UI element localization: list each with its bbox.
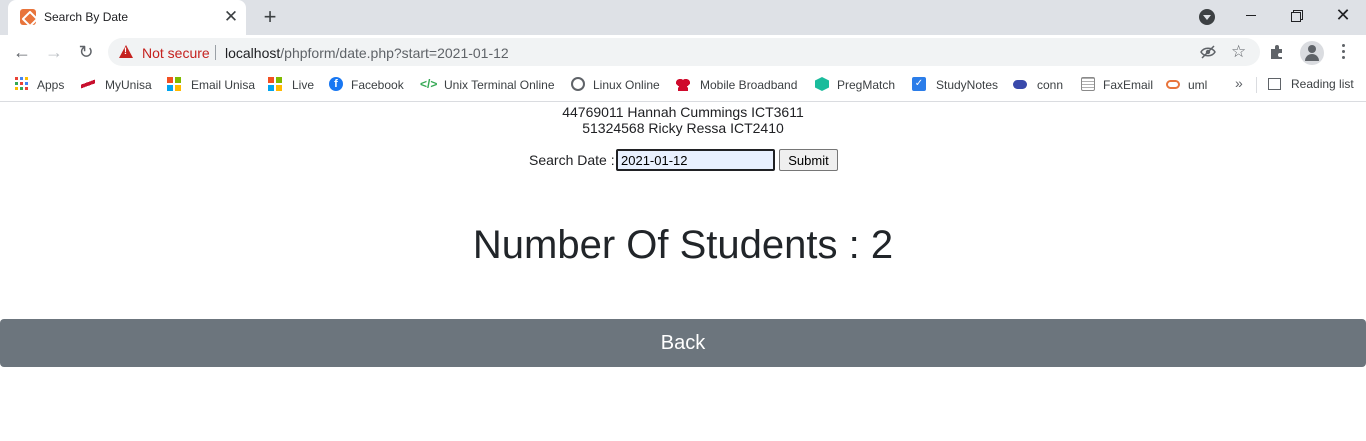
bookmark-mobile-broadband[interactable]: Mobile Broadband [676,76,801,94]
bookmark-label: FaxEmail [1103,78,1154,92]
apps-grid-icon [15,77,29,91]
globe-icon [571,77,585,91]
bookmark-label: Facebook [351,78,404,92]
search-date-input[interactable] [616,149,775,171]
bookmark-unix-terminal-online[interactable]: </> Unix Terminal Online [420,76,556,94]
myunisa-icon [81,77,95,91]
bookmark-star-icon[interactable]: ☆ [1231,42,1246,62]
microsoft-icon [167,77,181,91]
facebook-icon: f [329,77,343,91]
bookmark-apps[interactable]: Apps [15,76,67,94]
reading-list-icon [1268,78,1281,90]
warning-icon[interactable] [119,45,133,58]
cloud-icon [1013,80,1027,89]
bookmark-live[interactable]: Live [268,76,316,94]
back-bar: Back [0,319,1366,367]
bookmark-label: Linux Online [593,78,660,92]
address-bar[interactable]: Not secure localhost/phpform/date.php?st… [108,38,1260,66]
bookmark-pregmatch[interactable]: PregMatch [815,76,899,94]
reload-button[interactable]: ↻ [74,40,98,64]
pregmatch-icon [815,77,829,91]
new-tab-button[interactable]: + [259,6,281,28]
kebab-menu-icon[interactable] [1336,42,1352,62]
bookmark-studynotes[interactable]: ✓ StudyNotes [912,76,1000,94]
bookmarks-divider [1256,77,1257,93]
bookmark-label: StudyNotes [936,78,999,92]
xampp-favicon-icon [20,9,36,25]
bookmark-label: PregMatch [837,78,896,92]
bookmark-label: uml [1188,78,1208,92]
microsoft-icon [268,77,282,91]
bookmark-label: MyUnisa [105,78,152,92]
student-record: 51324568 Ricky Ressa ICT2410 [582,120,784,136]
back-button-link[interactable]: Back [0,319,1366,367]
tab-search-icon[interactable] [1199,9,1215,25]
url-host: localhost [225,45,281,61]
back-button[interactable]: ← [10,40,34,64]
bookmark-label: Live [292,78,315,92]
tab-strip: Search By Date ✕ + ✕ [0,0,1366,35]
bookmark-facebook[interactable]: f Facebook [329,76,407,94]
bookmark-label: Apps [37,78,65,92]
restore-button[interactable] [1274,0,1320,32]
tab-title: Search By Date [44,10,129,24]
forward-button[interactable]: → [42,40,66,64]
studynotes-icon: ✓ [912,77,926,91]
security-label[interactable]: Not secure [142,45,210,61]
huawei-icon [676,77,690,91]
window-close-button[interactable]: ✕ [1320,0,1366,32]
address-separator [215,45,216,60]
code-icon: </> [420,77,438,91]
extensions-icon[interactable] [1268,43,1286,61]
page-content: 44769011 Hannah Cummings ICT3611 5132456… [0,103,1366,441]
browser-tab[interactable]: Search By Date ✕ [8,0,246,35]
search-date-label: Search Date : [529,152,615,168]
bookmarks-bar: Apps MyUnisa Email Unisa Live f Facebook… [0,69,1366,102]
tab-close-icon[interactable]: ✕ [222,8,240,26]
cloud-outline-icon [1166,80,1180,89]
bookmark-linux-online[interactable]: Linux Online [571,76,663,94]
url-text[interactable]: localhost/phpform/date.php?start=2021-01… [225,45,509,61]
bookmark-label: Unix Terminal Online [444,78,555,92]
minimize-button[interactable] [1228,0,1274,32]
bookmark-faxemail[interactable]: FaxEmail [1081,76,1153,94]
bookmark-label: conn [1037,78,1064,92]
submit-button[interactable]: Submit [779,149,838,171]
bookmark-myunisa[interactable]: MyUnisa [81,76,153,94]
url-path: /phpform/date.php?start=2021-01-12 [280,45,509,61]
bookmark-uml[interactable]: uml [1166,76,1216,94]
reading-list-label: Reading list [1291,77,1354,91]
bookmark-label: Mobile Broadband [700,78,798,92]
profile-avatar-icon[interactable] [1300,41,1324,65]
bookmark-conn[interactable]: conn [1013,76,1067,94]
student-record: 44769011 Hannah Cummings ICT3611 [562,104,804,120]
browser-toolbar: ← → ↻ Not secure localhost/phpform/date.… [0,35,1366,69]
bookmark-label: Email Unisa [191,78,256,92]
faxemail-icon [1081,77,1095,91]
eye-off-icon[interactable] [1200,45,1216,59]
more-bookmarks-chevron-icon[interactable]: » [1235,75,1243,91]
student-count-heading: Number Of Students : 2 [472,223,894,267]
bookmark-email-unisa[interactable]: Email Unisa [167,76,255,94]
